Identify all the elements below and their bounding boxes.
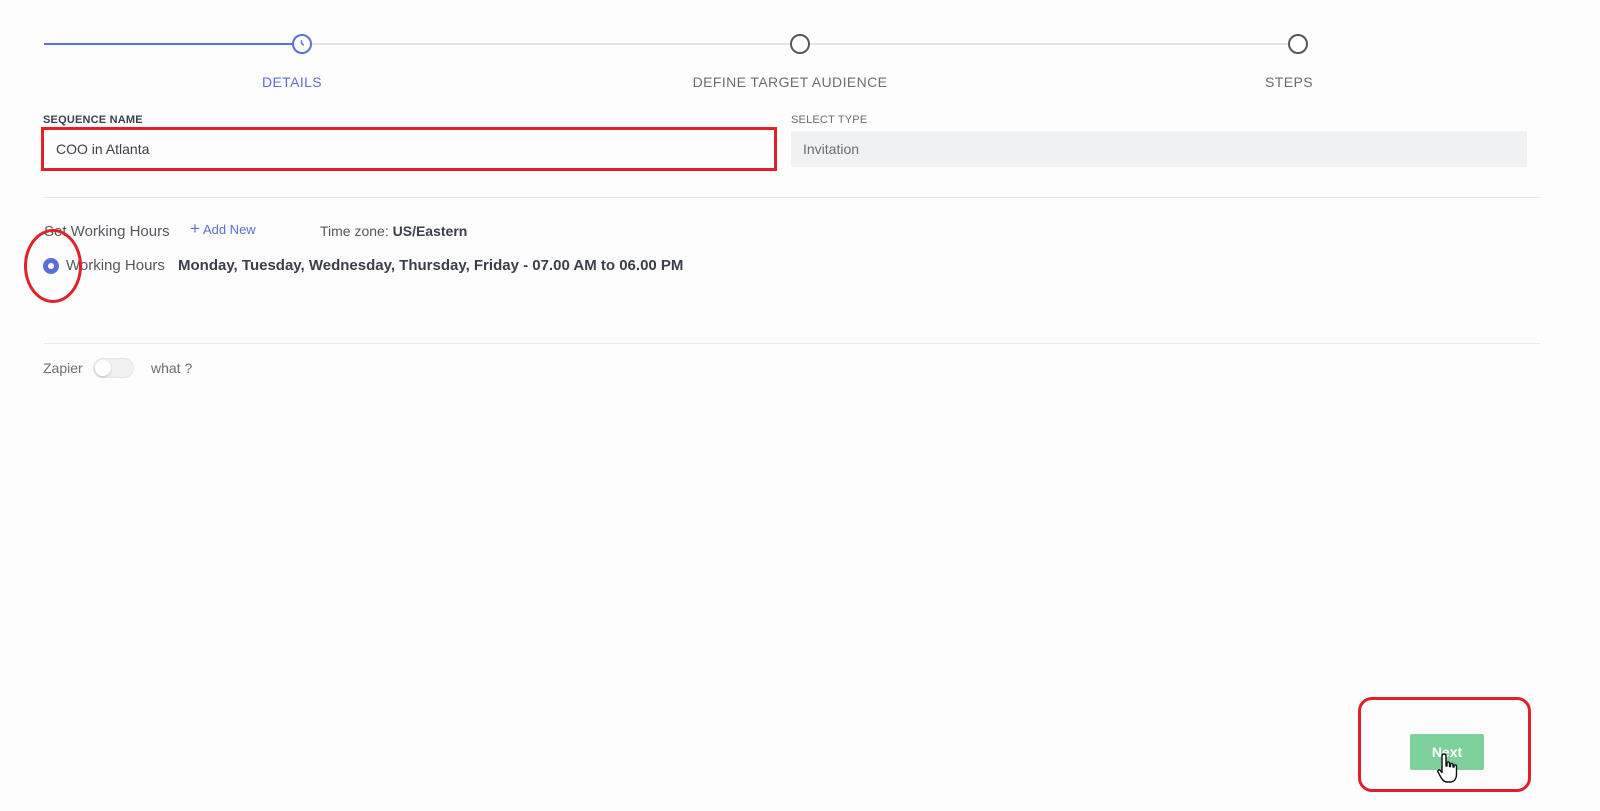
- divider: [44, 197, 1540, 198]
- zapier-help-link[interactable]: what ?: [151, 360, 192, 376]
- select-type-dropdown[interactable]: Invitation: [791, 131, 1527, 167]
- step-label-steps[interactable]: STEPS: [1265, 74, 1313, 90]
- zapier-label: Zapier: [43, 360, 83, 376]
- step-details-clock-icon[interactable]: [292, 34, 312, 54]
- clock-icon: [300, 40, 305, 46]
- stepper-progress: [44, 43, 294, 45]
- step-label-define-target-audience[interactable]: DEFINE TARGET AUDIENCE: [693, 74, 888, 90]
- step-steps-dot[interactable]: [1288, 34, 1308, 54]
- divider: [44, 343, 1540, 344]
- add-new-working-hours-link[interactable]: + Add New: [190, 219, 256, 238]
- timezone: Time zone: US/Eastern: [320, 223, 467, 239]
- step-audience-dot[interactable]: [790, 34, 810, 54]
- timezone-label: Time zone:: [320, 223, 389, 239]
- working-hours-option-description: Monday, Tuesday, Wednesday, Thursday, Fr…: [178, 257, 684, 274]
- hand-cursor-icon: [1437, 753, 1458, 783]
- sequence-name-label: SEQUENCE NAME: [43, 114, 143, 126]
- step-label-details[interactable]: DETAILS: [262, 74, 322, 90]
- add-new-label: Add New: [202, 222, 256, 237]
- annotation-highlight-sequence-name: [41, 127, 777, 171]
- select-type-label: SELECT TYPE: [791, 114, 868, 126]
- annotation-highlight-radio: [24, 229, 82, 303]
- zapier-toggle[interactable]: [93, 358, 134, 378]
- plus-icon: +: [190, 219, 200, 238]
- timezone-value: US/Eastern: [392, 223, 468, 239]
- stepper: DETAILS DEFINE TARGET AUDIENCE STEPS: [0, 0, 1600, 100]
